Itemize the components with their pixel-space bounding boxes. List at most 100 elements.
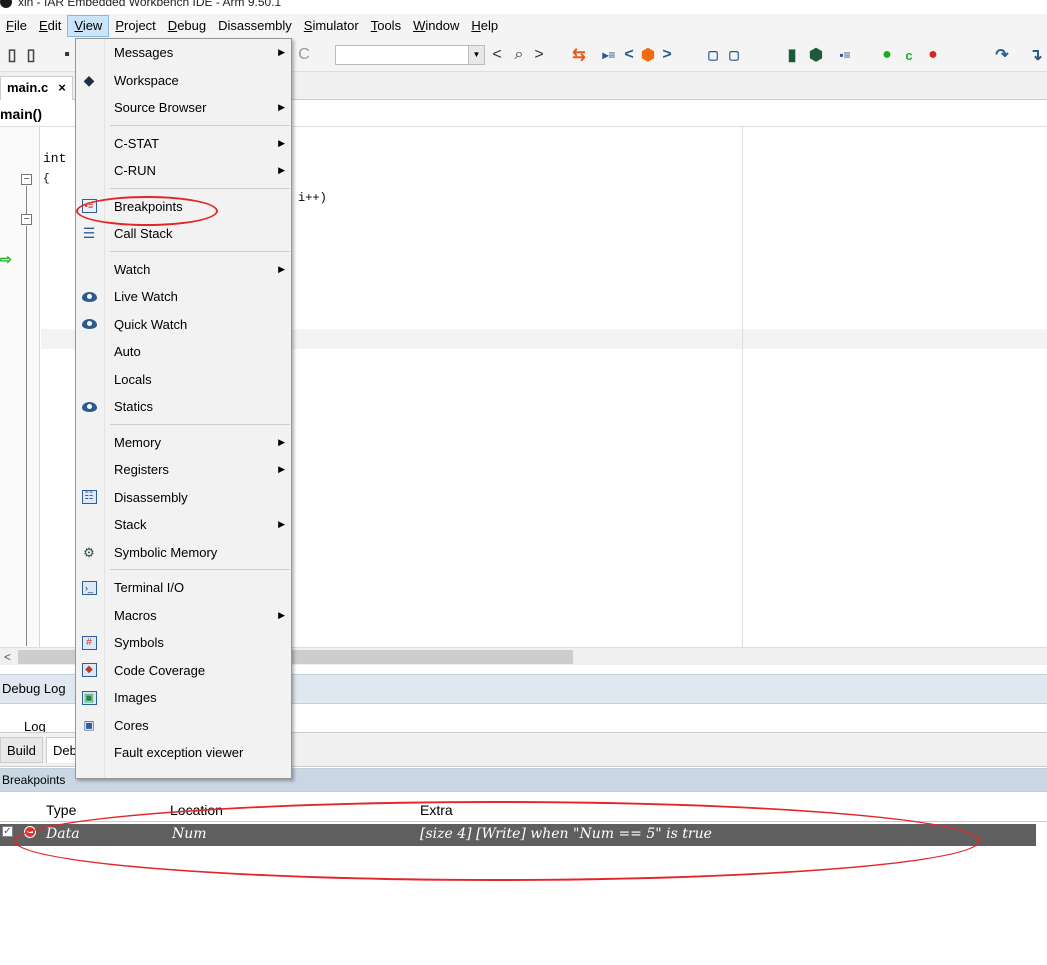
live-watch-icon bbox=[81, 289, 97, 304]
view-menu-item-images[interactable]: ▣ Images bbox=[76, 684, 291, 711]
menu-mnemonic: P bbox=[115, 18, 124, 33]
view-menu-item-quick-watch[interactable]: Quick Watch bbox=[76, 311, 291, 338]
workspace-icon: ◆ bbox=[83, 71, 95, 88]
menu-item-label: Terminal I/O bbox=[114, 580, 185, 595]
view-menu-item-c-stat[interactable]: C-STAT ▶ bbox=[76, 130, 291, 157]
fold-line bbox=[26, 226, 27, 646]
view-menu-item-watch[interactable]: Watch ▶ bbox=[76, 256, 291, 283]
toggle-breakpoint-icon[interactable]: ▪≡ bbox=[836, 45, 854, 65]
stop-icon[interactable]: ● bbox=[924, 45, 942, 65]
menu-item-label: Messages bbox=[114, 45, 174, 60]
view-menu-item-call-stack[interactable]: ☰ Call Stack bbox=[76, 220, 291, 247]
column-header-type[interactable]: Type bbox=[46, 802, 76, 818]
menu-debug[interactable]: Debug bbox=[162, 15, 212, 37]
breakpoint-enabled-checkbox[interactable]: ✓ bbox=[2, 826, 13, 837]
forward-icon[interactable]: > bbox=[660, 45, 674, 65]
previous-icon[interactable]: < bbox=[490, 45, 504, 65]
current-statement-arrow-icon: ⇨ bbox=[0, 251, 12, 267]
debug-log-title: Debug Log bbox=[2, 681, 66, 696]
search-icon[interactable]: ⌕ bbox=[510, 45, 528, 65]
view-menu-item-symbols[interactable]: # Symbols bbox=[76, 629, 291, 656]
tab-build[interactable]: Build bbox=[0, 737, 43, 763]
step-over-icon[interactable]: ↷ bbox=[994, 45, 1010, 65]
symbolic-memory-icon: ⚙ bbox=[83, 544, 95, 560]
menu-item-label: Symbolic Memory bbox=[114, 544, 218, 560]
menu-label-rest: imulator bbox=[312, 18, 359, 33]
menu-mnemonic: H bbox=[471, 18, 481, 33]
prev-bookmark-icon[interactable]: ▢ bbox=[706, 45, 720, 65]
fold-toggle-icon[interactable]: − bbox=[21, 174, 32, 185]
menu-disassembly[interactable]: Disassembly bbox=[212, 15, 298, 37]
chevron-down-icon[interactable]: ▼ bbox=[468, 46, 484, 64]
quick-watch-icon bbox=[81, 317, 97, 332]
menu-item-label: Symbols bbox=[114, 635, 164, 650]
step-list-icon[interactable]: ▸≡ bbox=[600, 45, 618, 65]
function-scope-label: main() bbox=[0, 106, 42, 122]
debug-download-icon[interactable]: ⬢ bbox=[808, 45, 824, 65]
menu-item-label: Workspace bbox=[114, 72, 179, 88]
menu-item-label: C-STAT bbox=[114, 135, 160, 151]
view-menu-item-auto[interactable]: Auto bbox=[76, 338, 291, 365]
table-row[interactable]: ✓ Data Num [size 4] [Write] when "Num ==… bbox=[0, 824, 1036, 846]
save-icon[interactable]: ▪ bbox=[60, 45, 74, 65]
view-menu-item-live-watch[interactable]: Live Watch bbox=[76, 283, 291, 310]
menu-file[interactable]: File bbox=[0, 15, 33, 37]
menu-tools[interactable]: Tools bbox=[365, 15, 407, 37]
view-menu-item-symbolic-memory[interactable]: ⚙ Symbolic Memory bbox=[76, 539, 291, 566]
restart-icon[interactable]: c bbox=[902, 45, 916, 65]
menu-window[interactable]: Window bbox=[407, 15, 465, 37]
menu-item-label: Locals bbox=[114, 371, 152, 387]
next-bookmark-icon[interactable]: ▢ bbox=[727, 45, 741, 65]
view-menu-item-source-browser[interactable]: Source Browser ▶ bbox=[76, 94, 291, 121]
view-menu-item-disassembly[interactable]: ☷ Disassembly bbox=[76, 484, 291, 511]
view-menu-item-locals[interactable]: Locals bbox=[76, 366, 291, 393]
menu-simulator[interactable]: Simulator bbox=[298, 15, 365, 37]
code-keyword: int bbox=[43, 151, 67, 166]
menu-edit[interactable]: Edit bbox=[33, 15, 67, 37]
find-combo-input[interactable]: ▼ bbox=[335, 45, 485, 65]
view-menu-item-statics[interactable]: Statics bbox=[76, 393, 291, 420]
column-header-extra[interactable]: Extra bbox=[420, 802, 453, 818]
download-icon[interactable]: ▮ bbox=[785, 45, 799, 65]
fold-toggle-icon[interactable]: − bbox=[21, 214, 32, 225]
menu-item-label: Source Browser bbox=[114, 100, 207, 115]
view-menu-item-macros[interactable]: Macros ▶ bbox=[76, 602, 291, 629]
editor-splitter bbox=[742, 127, 743, 647]
bookmark-icon[interactable]: ⬢ bbox=[640, 45, 656, 65]
tab-main-c[interactable]: main.c × bbox=[0, 76, 73, 100]
view-menu-item-memory[interactable]: Memory ▶ bbox=[76, 429, 291, 456]
new-file-icon[interactable]: ▯ bbox=[5, 45, 19, 65]
menu-view[interactable]: View bbox=[67, 15, 110, 37]
menu-mnemonic: D bbox=[167, 18, 178, 33]
editor-gutter[interactable] bbox=[0, 127, 40, 647]
view-menu-item-stack[interactable]: Stack ▶ bbox=[76, 511, 291, 538]
view-menu-item-terminal-i-o[interactable]: ›_ Terminal I/O bbox=[76, 574, 291, 601]
swap-icon[interactable]: ⇆ bbox=[570, 45, 588, 65]
step-into-icon[interactable]: ↴ bbox=[1028, 45, 1044, 65]
back-icon[interactable]: < bbox=[622, 45, 636, 65]
view-menu-item-registers[interactable]: Registers ▶ bbox=[76, 456, 291, 483]
menu-label-rest: roject bbox=[124, 18, 156, 33]
view-menu-item-code-coverage[interactable]: ◆ Code Coverage bbox=[76, 657, 291, 684]
data-breakpoint-icon bbox=[24, 826, 36, 838]
tab-label: main.c bbox=[7, 80, 49, 95]
close-icon[interactable]: × bbox=[58, 77, 66, 100]
view-menu-item-breakpoints[interactable]: •≡ Breakpoints bbox=[76, 193, 291, 220]
redo-icon[interactable]: C bbox=[297, 45, 311, 65]
view-menu-item-cores[interactable]: ▣ Cores bbox=[76, 712, 291, 739]
menu-help[interactable]: Help bbox=[465, 15, 504, 37]
menu-item-label: Live Watch bbox=[114, 289, 178, 304]
menu-item-label: Auto bbox=[114, 344, 141, 359]
view-menu-item-messages[interactable]: Messages ▶ bbox=[76, 39, 291, 66]
menu-project[interactable]: Project bbox=[109, 15, 161, 37]
column-header-location[interactable]: Location bbox=[170, 802, 223, 818]
view-menu-item-c-run[interactable]: C-RUN ▶ bbox=[76, 157, 291, 184]
breakpoint-location: Num bbox=[172, 826, 207, 842]
reset-icon[interactable]: ● bbox=[878, 45, 896, 65]
view-menu-item-fault-exception-viewer[interactable]: Fault exception viewer bbox=[76, 739, 291, 766]
next-icon[interactable]: > bbox=[532, 45, 546, 65]
open-file-icon[interactable]: ▯ bbox=[24, 45, 38, 65]
view-menu-item-workspace[interactable]: ◆ Workspace bbox=[76, 67, 291, 94]
statics-icon bbox=[81, 399, 97, 414]
scroll-left-icon[interactable]: < bbox=[4, 648, 11, 666]
